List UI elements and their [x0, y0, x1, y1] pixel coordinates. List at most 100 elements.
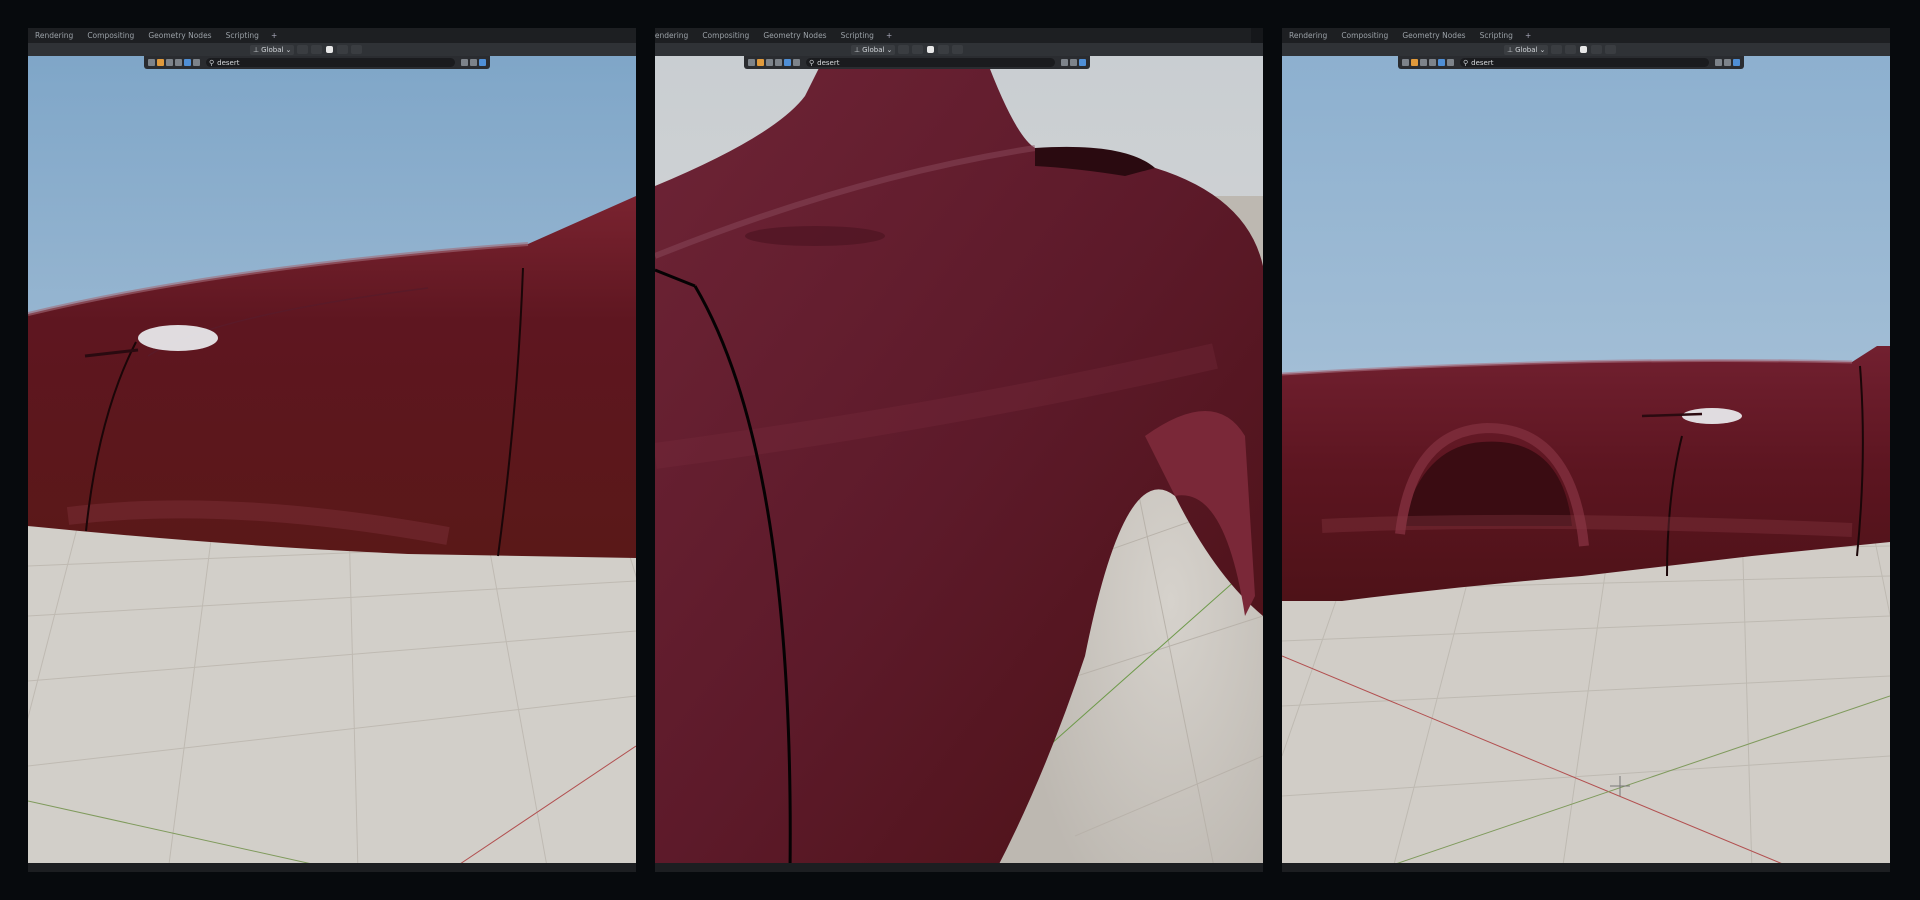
light-filter-icon[interactable] [193, 59, 200, 66]
add-workspace-button[interactable]: + [266, 31, 282, 40]
filter-icon[interactable] [1733, 59, 1740, 66]
tab-geometry-nodes[interactable]: Geometry Nodes [141, 31, 218, 40]
3d-viewport[interactable] [655, 56, 1263, 872]
proportional-edit-button[interactable] [337, 45, 349, 54]
orientation-dropdown[interactable]: ⊥ Global ⌄ [250, 44, 295, 55]
search-input[interactable] [1471, 58, 1642, 67]
chevron-down-icon: ⌄ [886, 45, 893, 54]
mesh-filter-icon[interactable] [1429, 59, 1436, 66]
workspace-tabs: Rendering Compositing Geometry Nodes Scr… [28, 28, 636, 43]
display-mode-icon[interactable] [148, 59, 155, 66]
axes-icon: ⊥ [854, 45, 861, 54]
axes-icon: ⊥ [1507, 45, 1514, 54]
pivot-point-button[interactable] [297, 45, 309, 54]
3d-viewport[interactable] [1282, 56, 1890, 872]
snap-target-icon[interactable] [927, 46, 935, 53]
door-handle [1682, 408, 1742, 424]
filter-icon[interactable] [479, 59, 486, 66]
scene-icon[interactable] [757, 59, 764, 66]
bookmark-icon[interactable] [1061, 59, 1068, 66]
viewport-header: ⊥ Global ⌄ [1282, 43, 1890, 56]
orientation-value: Global [1515, 45, 1538, 54]
outliner-search[interactable]: ⚲ [1460, 58, 1709, 67]
filter-icon[interactable] [1079, 59, 1086, 66]
search-icon: ⚲ [209, 58, 215, 67]
display-mode-icon[interactable] [748, 59, 755, 66]
snap-toggle[interactable] [1565, 45, 1577, 54]
tab-rendering[interactable]: Rendering [28, 31, 80, 40]
scene-icon[interactable] [1411, 59, 1418, 66]
outliner-search[interactable]: ⚲ [806, 58, 1055, 67]
camera-filter-icon[interactable] [184, 59, 191, 66]
status-strip [28, 863, 636, 872]
object-filter-icon[interactable] [766, 59, 773, 66]
outliner-header: ⚲ [744, 56, 1090, 69]
status-strip [1282, 863, 1890, 872]
snap-target-icon[interactable] [1580, 46, 1588, 53]
3d-viewport[interactable] [28, 56, 636, 872]
search-input[interactable] [817, 58, 988, 67]
chevron-down-icon: ⌄ [285, 45, 292, 54]
search-icon: ⚲ [809, 58, 815, 67]
camera-filter-icon[interactable] [784, 59, 791, 66]
snap-toggle[interactable] [311, 45, 323, 54]
tab-compositing[interactable]: Compositing [80, 31, 141, 40]
display-mode-icon[interactable] [1402, 59, 1409, 66]
viewport-header: ⊥ Global ⌄ [655, 43, 1263, 56]
viewport-panel-right[interactable]: Rendering Compositing Geometry Nodes Scr… [1282, 28, 1890, 872]
tab-scripting[interactable]: Scripting [219, 31, 266, 40]
search-icon: ⚲ [1463, 58, 1469, 67]
pivot-point-button[interactable] [1551, 45, 1563, 54]
snap-target-icon[interactable] [326, 46, 334, 53]
falloff-dropdown[interactable] [952, 45, 964, 54]
workspace-tabs: Rendering Compositing Geometry Nodes Scr… [1282, 28, 1890, 43]
object-filter-icon[interactable] [166, 59, 173, 66]
orientation-value: Global [862, 45, 885, 54]
viewport-header: ⊥ Global ⌄ [28, 43, 636, 56]
bookmark-icon[interactable] [461, 59, 468, 66]
viewport-panel-left[interactable]: Rendering Compositing Geometry Nodes Scr… [28, 28, 636, 872]
orientation-dropdown[interactable]: ⊥ Global ⌄ [1504, 44, 1549, 55]
axes-icon: ⊥ [253, 45, 260, 54]
add-workspace-button[interactable]: + [881, 31, 897, 40]
tab-scripting[interactable]: Scripting [834, 31, 881, 40]
camera-filter-icon[interactable] [1438, 59, 1445, 66]
proportional-edit-button[interactable] [1591, 45, 1603, 54]
outliner-search[interactable]: ⚲ [206, 58, 455, 67]
workspace-tabs: Rendering Compositing Geometry Nodes Scr… [655, 28, 1251, 43]
tab-geometry-nodes[interactable]: Geometry Nodes [756, 31, 833, 40]
viewport-render [655, 56, 1263, 872]
falloff-dropdown[interactable] [351, 45, 363, 54]
viewport-panel-middle[interactable]: Rendering Compositing Geometry Nodes Scr… [655, 28, 1263, 872]
tab-compositing[interactable]: Compositing [1334, 31, 1395, 40]
door-handle [138, 325, 218, 351]
light-filter-icon[interactable] [793, 59, 800, 66]
mesh-filter-icon[interactable] [775, 59, 782, 66]
mesh-filter-icon[interactable] [175, 59, 182, 66]
chevron-down-icon: ⌄ [1539, 45, 1546, 54]
viewport-render [28, 56, 636, 872]
viewport-render [1282, 56, 1890, 872]
object-filter-icon[interactable] [1420, 59, 1427, 66]
status-strip [655, 863, 1263, 872]
tab-geometry-nodes[interactable]: Geometry Nodes [1395, 31, 1472, 40]
outliner-header: ⚲ [1398, 56, 1744, 69]
snap-toggle[interactable] [912, 45, 924, 54]
sort-icon[interactable] [1724, 59, 1731, 66]
sort-icon[interactable] [470, 59, 477, 66]
orientation-dropdown[interactable]: ⊥ Global ⌄ [851, 44, 896, 55]
scene-icon[interactable] [157, 59, 164, 66]
outliner-header: ⚲ [144, 56, 490, 69]
tab-compositing[interactable]: Compositing [695, 31, 756, 40]
light-filter-icon[interactable] [1447, 59, 1454, 66]
tab-scripting[interactable]: Scripting [1473, 31, 1520, 40]
bookmark-icon[interactable] [1715, 59, 1722, 66]
sort-icon[interactable] [1070, 59, 1077, 66]
tab-rendering[interactable]: Rendering [655, 31, 695, 40]
pivot-point-button[interactable] [898, 45, 910, 54]
search-input[interactable] [217, 58, 388, 67]
tab-rendering[interactable]: Rendering [1282, 31, 1334, 40]
add-workspace-button[interactable]: + [1520, 31, 1536, 40]
falloff-dropdown[interactable] [1605, 45, 1617, 54]
proportional-edit-button[interactable] [938, 45, 950, 54]
